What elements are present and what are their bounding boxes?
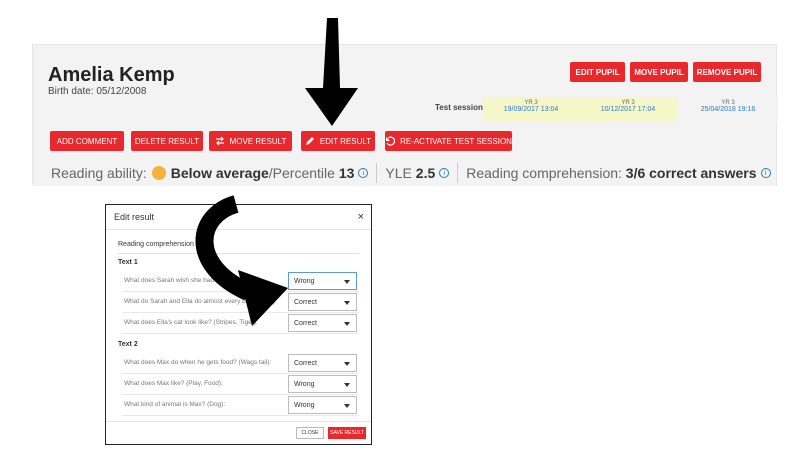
info-icon[interactable]: i xyxy=(439,168,450,178)
result-summary: Reading ability: Below average /Percenti… xyxy=(51,163,771,183)
move-result-button[interactable]: MOVE RESULT xyxy=(209,131,292,151)
question-row: What does Sarah wish she had? (Ha... Wro… xyxy=(122,271,359,292)
move-pupil-button[interactable]: MOVE PUPIL xyxy=(630,62,688,82)
delete-result-label: DELETE RESULT xyxy=(134,136,200,146)
question-row: What kind of animal is Max? (Dog): Wrong xyxy=(122,395,359,416)
comprehension-label: Reading comprehension: xyxy=(466,165,622,181)
section-title: Reading comprehension xyxy=(118,241,194,248)
question-row: What does Ella's cat look like? (Stripes… xyxy=(122,313,359,334)
session-tab-3[interactable]: YR 3 25/04/2018 19:16 xyxy=(678,97,778,122)
session-tab-1[interactable]: YR 3 19/09/2017 13:04 xyxy=(483,97,579,122)
answer-value: Wrong xyxy=(294,277,315,285)
chevron-down-icon xyxy=(344,322,350,326)
question-text: What do Sarah and Ella do almost every d… xyxy=(124,298,277,305)
birth-date: Birth date: 05/12/2008 xyxy=(48,86,147,97)
close-button[interactable]: CLOSE xyxy=(296,427,324,439)
reactivate-label: RE-ACTIVATE TEST SESSION xyxy=(400,136,512,146)
chevron-down-icon xyxy=(344,404,350,408)
question-text: What does Max like? (Play, Food): xyxy=(124,380,223,387)
chevron-down-icon xyxy=(344,383,350,387)
test-session-label: Test session xyxy=(435,103,483,112)
question-text: What does Max do when he gets food? (Wag… xyxy=(124,359,272,366)
remove-pupil-button[interactable]: REMOVE PUPIL xyxy=(693,62,761,82)
answer-select[interactable]: Wrong xyxy=(288,272,357,290)
pupil-name: Amelia Kemp xyxy=(48,64,175,86)
answer-value: Wrong xyxy=(294,401,315,409)
question-text: What kind of animal is Max? (Dog): xyxy=(124,401,226,408)
question-row: What do Sarah and Ella do almost every d… xyxy=(122,292,359,313)
edit-result-button[interactable]: EDIT RESULT xyxy=(301,131,375,151)
move-result-label: MOVE RESULT xyxy=(229,136,287,146)
dialog-footer xyxy=(106,421,371,422)
answer-select[interactable]: Correct xyxy=(288,293,357,311)
close-icon[interactable]: × xyxy=(358,211,364,223)
add-comment-label: ADD COMMENT xyxy=(56,136,118,146)
dialog-title: Edit result xyxy=(114,212,155,222)
text-1-heading: Text 1 xyxy=(118,259,138,266)
pupil-panel: Amelia Kemp Birth date: 05/12/2008 EDIT … xyxy=(32,44,778,186)
yle-value: 2.5 xyxy=(415,165,436,181)
reactivate-session-button[interactable]: RE-ACTIVATE TEST SESSION xyxy=(385,131,512,151)
edit-result-dialog: Edit result × Reading comprehension Text… xyxy=(105,204,372,445)
question-row: What does Max do when he gets food? (Wag… xyxy=(122,353,359,374)
answer-select[interactable]: Correct xyxy=(288,314,357,332)
chevron-down-icon xyxy=(344,362,350,366)
divider xyxy=(457,163,459,183)
answer-value: Correct xyxy=(294,359,317,367)
dialog-header: Edit result xyxy=(106,205,371,230)
add-comment-button[interactable]: ADD COMMENT xyxy=(50,131,124,151)
delete-result-button[interactable]: DELETE RESULT xyxy=(131,131,203,151)
answer-select[interactable]: Wrong xyxy=(288,375,357,393)
answer-select[interactable]: Correct xyxy=(288,354,357,372)
reading-ability-label: Reading ability: xyxy=(51,165,147,181)
reading-ability-value: Below average xyxy=(170,165,269,181)
save-result-button[interactable]: SAVE RESULT xyxy=(328,427,366,439)
undo-icon xyxy=(386,136,396,146)
comprehension-value: 3/6 correct answers xyxy=(625,165,757,181)
move-arrows-icon xyxy=(215,136,224,146)
answer-value: Correct xyxy=(294,298,317,306)
pencil-icon xyxy=(305,137,314,145)
chevron-down-icon xyxy=(344,280,350,284)
edit-result-label: EDIT RESULT xyxy=(319,136,372,146)
text-2-heading: Text 2 xyxy=(118,341,138,348)
chevron-down-icon xyxy=(344,301,350,305)
edit-pupil-button[interactable]: EDIT PUPIL xyxy=(570,62,625,82)
question-text: What does Ella's cat look like? (Stripes… xyxy=(124,319,258,326)
info-icon[interactable]: i xyxy=(358,168,369,178)
answer-value: Wrong xyxy=(294,380,315,388)
answer-value: Correct xyxy=(294,319,317,327)
divider xyxy=(376,163,378,183)
session-date: 25/04/2018 19:16 xyxy=(700,106,756,113)
info-icon[interactable]: i xyxy=(760,168,771,178)
question-row: What does Max like? (Play, Food): Wrong xyxy=(122,374,359,395)
yle-label: YLE xyxy=(385,165,412,181)
question-text: What does Sarah wish she had? (Ha... xyxy=(124,277,236,284)
session-date: 10/12/2017 17:04 xyxy=(600,106,656,113)
ability-dot xyxy=(151,166,166,180)
percentile-label: /Percentile xyxy=(268,165,335,181)
session-tab-2[interactable]: YR 3 10/12/2017 17:04 xyxy=(579,97,677,122)
divider xyxy=(118,253,359,254)
percentile-value: 13 xyxy=(338,165,355,181)
answer-select[interactable]: Wrong xyxy=(288,396,357,414)
session-date: 19/09/2017 13:04 xyxy=(503,106,559,113)
